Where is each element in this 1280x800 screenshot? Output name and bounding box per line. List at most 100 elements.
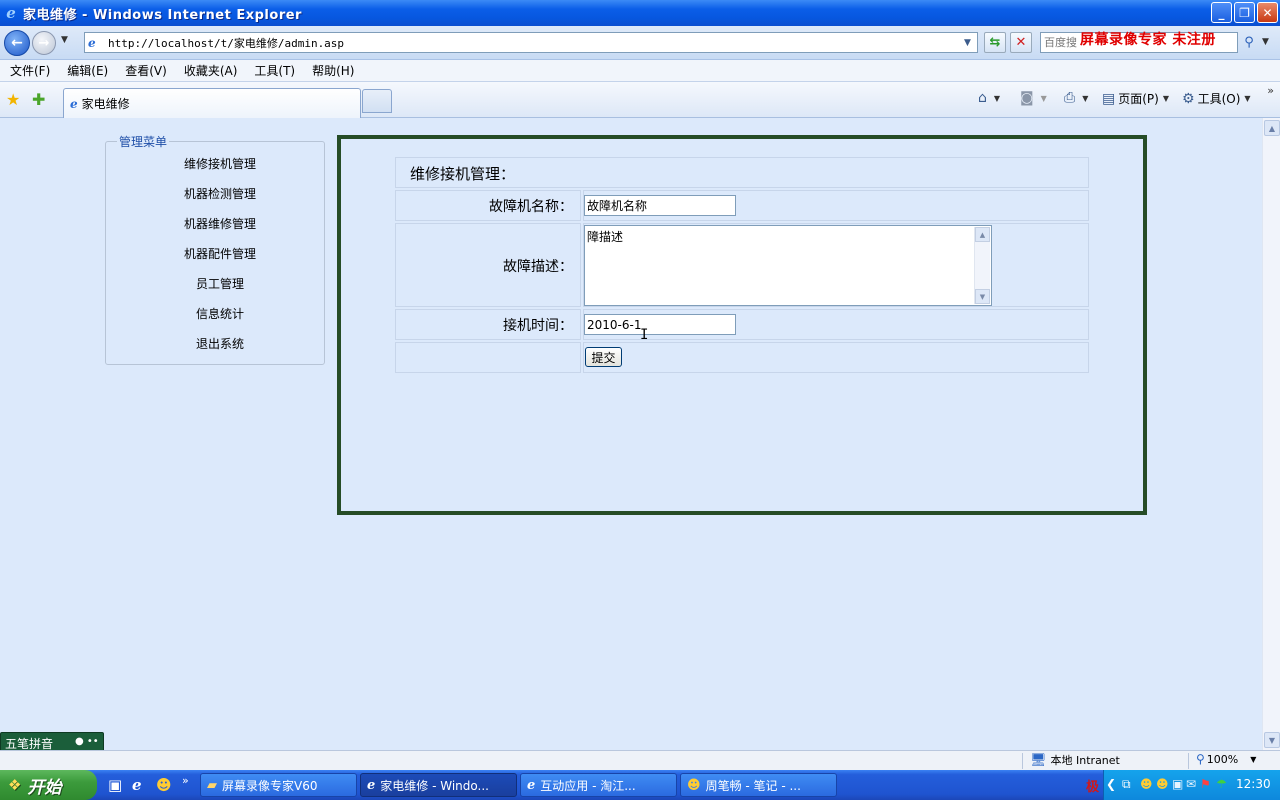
ie-quicklaunch-icon[interactable]: e <box>132 776 142 794</box>
url-input[interactable] <box>108 36 948 49</box>
home-icon: ⌂ <box>978 90 987 106</box>
desc-label: 故障描述： <box>503 259 573 275</box>
url-box[interactable]: e ▼ <box>84 32 978 53</box>
home-button[interactable]: ⌂ ▼ <box>978 90 1000 106</box>
gear-icon: ⚙ <box>1182 90 1195 107</box>
add-favorite-icon[interactable]: ✚ <box>32 90 45 109</box>
qq-tray-icon[interactable]: ☻ <box>1140 777 1153 791</box>
menu-link-machine-inspection[interactable]: 机器检测管理 <box>106 185 334 202</box>
security-zone[interactable]: 🖥 本地 Intranet <box>1030 752 1120 768</box>
scroll-down-icon[interactable]: ▼ <box>1264 732 1280 748</box>
page-menu-button[interactable]: ▤ 页面(P) ▼ <box>1102 90 1169 107</box>
print-button[interactable]: ⎙ ▼ <box>1064 90 1088 106</box>
new-tab-button[interactable] <box>362 89 392 113</box>
menu-tools[interactable]: 工具(T) <box>254 62 295 79</box>
menu-link-logout[interactable]: 退出系统 <box>106 335 334 352</box>
windows-flag-icon: ❖ <box>8 776 22 794</box>
task-screen-recorder[interactable]: ▰ 屏幕录像专家V60 <box>200 773 357 797</box>
ie-page-icon: e <box>88 35 96 50</box>
url-dropdown-icon[interactable]: ▼ <box>960 35 975 50</box>
network-tray-icon[interactable]: ⧉ <box>1122 777 1131 792</box>
intranet-icon: 🖥 <box>1030 752 1047 768</box>
maximize-button[interactable]: ❐ <box>1234 2 1255 23</box>
page-scrollbar[interactable]: ▲ ▼ <box>1262 118 1280 750</box>
umbrella-tray-icon[interactable]: ☂ <box>1216 777 1227 791</box>
ie-page-icon: e <box>70 96 78 111</box>
menu-link-staff[interactable]: 员工管理 <box>106 275 334 292</box>
scroll-up-icon[interactable]: ▲ <box>1264 120 1280 136</box>
admin-menu-legend: 管理菜单 <box>117 133 170 150</box>
stop-icon: ✕ <box>1015 35 1027 50</box>
menu-view[interactable]: 查看(V) <box>125 62 167 79</box>
chevron-down-icon: ▼ <box>993 93 1001 103</box>
start-button[interactable]: ❖ 开始 <box>0 770 97 800</box>
tools-menu-button[interactable]: ⚙ 工具(O) ▼ <box>1182 90 1251 107</box>
task-label: 互动应用 - 淘江... <box>540 778 636 793</box>
text-cursor-icon: I <box>640 327 649 343</box>
menu-bar: 文件(F) 编辑(E) 查看(V) 收藏夹(A) 工具(T) 帮助(H) <box>0 60 1280 82</box>
form-title: 维修接机管理： <box>410 165 516 183</box>
menu-link-repair-intake[interactable]: 维修接机管理 <box>106 155 334 172</box>
zoom-control[interactable]: ⚲ 100% ▼ <box>1196 752 1256 766</box>
stop-button[interactable]: ✕ <box>1010 32 1032 53</box>
show-desktop-icon[interactable]: ▣ <box>108 776 122 794</box>
machine-name-input[interactable] <box>584 195 736 216</box>
tab-appliance-repair[interactable]: e 家电维修 <box>63 88 361 118</box>
chevron-down-icon: ▼ <box>1082 93 1089 103</box>
search-dropdown-icon[interactable]: ▼ <box>1262 37 1269 47</box>
menu-favorites[interactable]: 收藏夹(A) <box>184 62 238 79</box>
qq-icon: ☻ <box>687 777 701 793</box>
chevron-down-icon: ▼ <box>1162 94 1169 103</box>
feeds-button[interactable]: ◙ ▼ <box>1020 90 1047 106</box>
menu-link-machine-repair[interactable]: 机器维修管理 <box>106 215 334 232</box>
display-tray-icon[interactable]: ▣ <box>1172 777 1183 791</box>
menu-file[interactable]: 文件(F) <box>10 62 50 79</box>
refresh-button[interactable]: ⇆ <box>984 32 1006 53</box>
chevron-down-icon: ▼ <box>1250 754 1257 764</box>
intake-time-input[interactable] <box>584 314 736 335</box>
menu-link-parts[interactable]: 机器配件管理 <box>106 245 334 262</box>
qq-tray-icon-2[interactable]: ☻ <box>1156 777 1169 791</box>
quicklaunch-chevron-icon[interactable]: » <box>182 774 189 787</box>
arrow-right-icon: → <box>38 35 50 51</box>
scroll-down-icon[interactable]: ▼ <box>975 289 990 304</box>
ie-icon: e <box>527 777 536 793</box>
minimize-button[interactable]: _ <box>1211 2 1232 23</box>
menu-link-statistics[interactable]: 信息统计 <box>106 305 334 322</box>
chevrons-right-icon[interactable]: » <box>1267 84 1274 97</box>
status-divider <box>1022 753 1023 769</box>
menu-help[interactable]: 帮助(H) <box>312 62 354 79</box>
task-appliance-repair[interactable]: e 家电维修 - Windo... <box>360 773 517 797</box>
close-button[interactable]: ✕ <box>1257 2 1278 23</box>
rss-icon: ◙ <box>1020 90 1034 106</box>
folder-icon: ▰ <box>207 777 217 793</box>
chevron-down-icon: ▼ <box>1244 94 1251 103</box>
qq-quicklaunch-icon[interactable]: ☻ <box>156 776 172 794</box>
window-titlebar[interactable]: e 家电维修 - Windows Internet Explorer _ ❐ ✕ <box>0 0 1280 26</box>
ie-icon: e <box>367 777 376 793</box>
tray-expand-icon[interactable]: ❮ <box>1106 777 1116 791</box>
ime-tray-icon[interactable]: 极 <box>1086 776 1099 795</box>
favorites-star-icon[interactable]: ★ <box>6 90 20 109</box>
clock[interactable]: 12:30 <box>1236 777 1271 791</box>
scroll-up-icon[interactable]: ▲ <box>975 227 990 242</box>
search-icon[interactable]: ⚲ <box>1239 32 1259 53</box>
history-dropdown-icon[interactable]: ▼ <box>61 35 68 45</box>
forward-button[interactable]: → <box>32 31 56 55</box>
task-notes[interactable]: ☻ 周笔畅 - 笔记 - ... <box>680 773 837 797</box>
fault-description-textarea[interactable]: 障描述 <box>584 225 992 306</box>
ie-logo-icon: e <box>6 4 16 22</box>
chat-tray-icon[interactable]: ✉ <box>1186 777 1196 791</box>
textarea-scrollbar[interactable]: ▲ ▼ <box>974 227 990 304</box>
zoom-level: 100% <box>1206 752 1239 766</box>
page-menu-label: 页面(P) <box>1118 92 1159 106</box>
zone-label: 本地 Intranet <box>1050 754 1120 767</box>
chevron-down-icon: ▼ <box>1040 93 1047 103</box>
ime-settings-icon[interactable]: ● •• <box>75 736 99 747</box>
menu-edit[interactable]: 编辑(E) <box>67 62 108 79</box>
alert-tray-icon[interactable]: ⚑ <box>1200 777 1211 791</box>
task-interactive-app[interactable]: e 互动应用 - 淘江... <box>520 773 677 797</box>
submit-cell <box>583 342 1089 373</box>
back-button[interactable]: ← <box>4 30 30 56</box>
submit-button[interactable]: 提交 <box>585 347 622 367</box>
